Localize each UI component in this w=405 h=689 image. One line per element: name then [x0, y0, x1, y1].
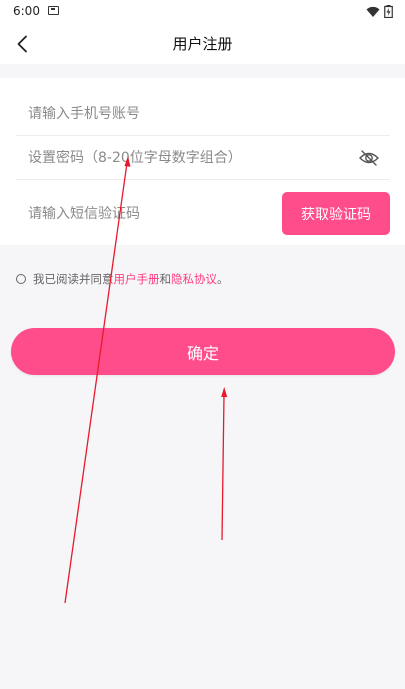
get-code-button[interactable]: 获取验证码 — [282, 192, 390, 235]
phone-field-row — [16, 92, 390, 136]
app-bar: 用户注册 — [0, 24, 405, 64]
agreement-row: 我已阅读并同意 用户手册 和 隐私协议 。 — [16, 271, 229, 287]
agreement-conjunction: 和 — [159, 272, 172, 286]
annotation-arrow-right — [221, 387, 228, 541]
agree-radio[interactable] — [16, 274, 26, 284]
page-title: 用户注册 — [172, 35, 233, 53]
status-icons — [366, 5, 393, 18]
privacy-policy-link[interactable]: 隐私协议 — [171, 271, 217, 287]
status-time: 6:00 — [13, 4, 40, 18]
password-field-row — [16, 136, 390, 180]
wifi-icon — [366, 6, 380, 17]
battery-charging-icon — [384, 5, 393, 18]
agreement-suffix: 。 — [217, 272, 229, 286]
status-bar: 6:00 — [0, 0, 405, 24]
phone-input[interactable] — [16, 105, 316, 122]
confirm-button[interactable]: 确定 — [11, 328, 395, 375]
registration-form: 获取验证码 — [0, 78, 405, 245]
sms-code-field-row: 获取验证码 — [16, 190, 390, 238]
toggle-password-button[interactable] — [358, 147, 380, 169]
sms-code-input[interactable] — [16, 206, 256, 222]
agreement-prefix: 我已阅读并同意 — [33, 272, 114, 286]
notification-icon — [48, 6, 59, 15]
password-input[interactable] — [16, 149, 316, 166]
user-manual-link[interactable]: 用户手册 — [114, 271, 160, 287]
eye-icon — [359, 150, 379, 166]
